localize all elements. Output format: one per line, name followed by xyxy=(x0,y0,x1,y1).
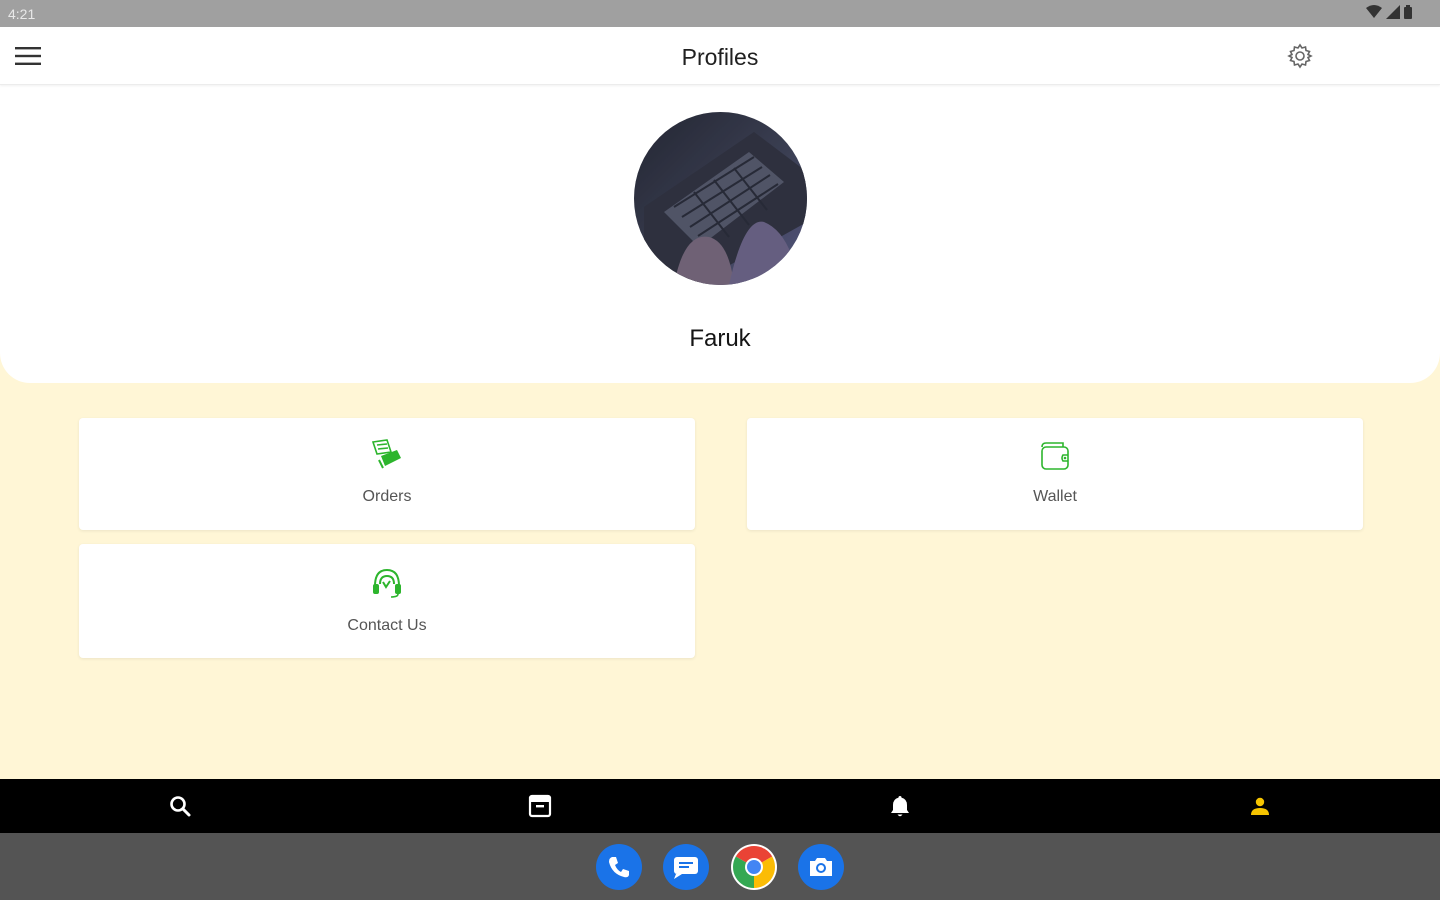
gear-icon xyxy=(1287,43,1313,69)
profile-card: Faruk xyxy=(0,85,1440,383)
archive-icon xyxy=(528,794,552,818)
bottom-navigation xyxy=(0,779,1440,833)
nav-item-search[interactable] xyxy=(0,779,360,833)
dock-app-camera[interactable] xyxy=(798,844,844,890)
person-icon xyxy=(1251,797,1269,815)
battery-icon xyxy=(1404,5,1412,19)
chrome-icon xyxy=(732,846,776,888)
orders-label: Orders xyxy=(362,488,412,505)
wifi-icon xyxy=(1366,5,1382,18)
status-bar: 4:21 xyxy=(0,0,1440,27)
avatar-photo xyxy=(634,112,807,285)
avatar[interactable] xyxy=(634,112,807,285)
support-headset-icon xyxy=(373,568,401,598)
nav-item-notifications[interactable] xyxy=(720,779,1080,833)
nav-item-archive[interactable] xyxy=(360,779,720,833)
settings-button[interactable] xyxy=(1284,40,1316,72)
nav-item-profile[interactable] xyxy=(1080,779,1440,833)
wallet-tile[interactable]: Wallet xyxy=(747,418,1363,530)
contact-us-label: Contact Us xyxy=(347,617,427,634)
user-name: Faruk xyxy=(689,325,751,352)
bell-icon xyxy=(891,796,909,817)
wallet-label: Wallet xyxy=(1033,488,1077,505)
camera-icon xyxy=(810,858,832,876)
contact-us-tile[interactable]: Contact Us xyxy=(79,544,695,658)
orders-icon xyxy=(371,439,401,469)
dock-app-messages[interactable] xyxy=(663,844,709,890)
page-title: Profiles xyxy=(681,44,759,70)
orders-tile[interactable]: Orders xyxy=(79,418,695,530)
status-time: 4:21 xyxy=(8,6,36,22)
status-icons xyxy=(1366,5,1412,19)
phone-icon xyxy=(609,857,629,878)
dock-app-phone[interactable] xyxy=(596,844,642,890)
wallet-icon xyxy=(1041,442,1069,470)
cell-signal-icon xyxy=(1386,5,1400,19)
launcher-dock xyxy=(0,833,1440,900)
app-bar: Profiles xyxy=(0,27,1440,85)
messages-icon xyxy=(674,857,698,879)
dock-app-chrome[interactable] xyxy=(731,844,777,890)
search-icon xyxy=(170,796,191,817)
